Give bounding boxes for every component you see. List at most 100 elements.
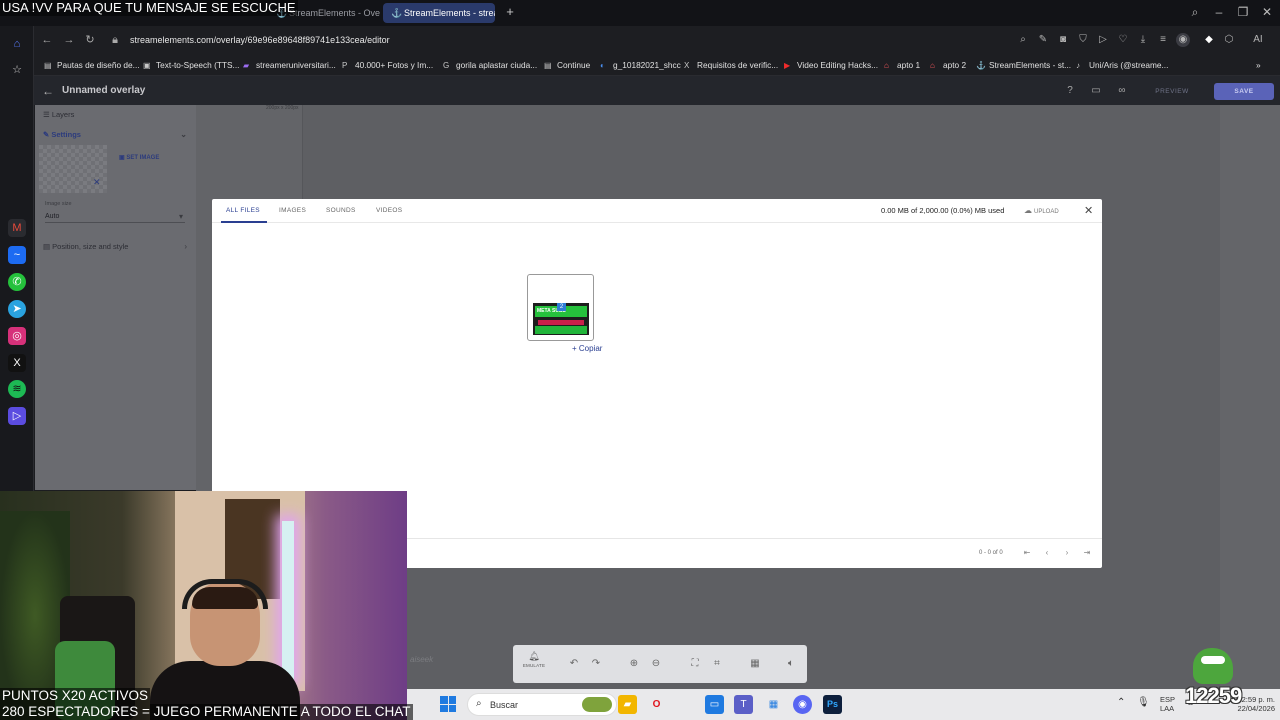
language-indicator[interactable]: ESP LAA xyxy=(1160,695,1175,713)
search-tabs-icon[interactable]: ⌕ xyxy=(1186,4,1204,20)
profile-icon[interactable]: ◉ xyxy=(1176,33,1190,47)
bookmark-item[interactable]: ▣ Text-to-Speech (TTS... xyxy=(143,59,239,72)
upload-button[interactable]: ☁ UPLOAD xyxy=(1024,206,1059,217)
bookmark-item[interactable]: Ggorila aplastar ciuda... xyxy=(443,59,537,72)
messenger-icon[interactable]: ~ xyxy=(8,246,26,264)
fit-screen-icon[interactable]: ⌗ xyxy=(710,657,724,671)
bookmark-item[interactable]: ▶ Video Editing Hacks... xyxy=(784,59,878,72)
prev-page-icon[interactable]: ‹ xyxy=(1041,547,1053,559)
zoom-out-icon[interactable]: ⊖ xyxy=(649,657,663,671)
home-icon[interactable]: ⌂ xyxy=(8,35,26,53)
opera-icon[interactable]: O xyxy=(647,695,666,714)
new-tab-button[interactable]: + xyxy=(503,4,517,20)
bookmark-label: Uni/Aris (@streame... xyxy=(1089,60,1169,70)
language-code: ESP xyxy=(1160,695,1176,704)
webcam-lamp xyxy=(282,521,294,681)
screen-icon[interactable]: ▭ xyxy=(1089,84,1103,98)
teams-icon[interactable]: T xyxy=(734,695,753,714)
media-file-thumbnail[interactable]: META SUBS 2 xyxy=(527,274,594,341)
whatsapp-icon[interactable]: ✆ xyxy=(8,273,26,291)
undo-icon[interactable]: ↶ xyxy=(567,657,581,671)
discord-icon[interactable]: ◉ xyxy=(793,695,812,714)
bookmark-item[interactable]: P 40.000+ Fotos y Im... xyxy=(342,59,433,72)
tab-streamelements-active[interactable]: ⚓StreamElements - streame... xyxy=(383,3,495,23)
windows-start-icon[interactable] xyxy=(440,696,456,712)
grid-icon[interactable]: ▦ xyxy=(748,657,762,671)
tab-videos[interactable]: VIDEOS xyxy=(376,206,402,216)
position-size-style-row[interactable]: ▤ Position, size and style › xyxy=(43,241,187,253)
layers-row[interactable]: ☰ Layers xyxy=(43,109,74,121)
microphone-icon[interactable]: 🎙︎ xyxy=(1137,698,1150,708)
close-window-button[interactable]: ✕ xyxy=(1258,4,1276,20)
settings-row[interactable]: ✎ Settings ⌄ xyxy=(43,129,187,141)
back-arrow-icon[interactable]: ← xyxy=(42,84,54,98)
preview-button[interactable]: PREVIEW xyxy=(1141,83,1203,100)
back-icon[interactable]: ← xyxy=(40,33,54,47)
first-page-icon[interactable]: ⇤ xyxy=(1021,547,1033,559)
bookmark-item[interactable]: ▤ Pautas de diseño de... xyxy=(44,59,140,72)
camera-icon[interactable]: ◙ xyxy=(1056,33,1070,47)
gmail-icon[interactable]: M xyxy=(8,219,26,237)
minimize-button[interactable]: – xyxy=(1210,4,1228,20)
next-page-icon[interactable]: › xyxy=(1061,547,1073,559)
set-image-button[interactable]: ▣ SET IMAGE xyxy=(119,153,159,163)
taskbar-search[interactable]: ⌕ Buscar xyxy=(467,693,617,716)
more-bookmarks-icon[interactable]: » xyxy=(1256,59,1261,71)
cube-icon[interactable]: ⬡ xyxy=(1222,33,1236,47)
telegram-icon[interactable]: ➤ xyxy=(8,300,26,318)
url-field[interactable]: streamelements.com/overlay/69e96e89648f8… xyxy=(130,33,390,47)
bookmark-item[interactable]: ⚓ StreamElements - st... xyxy=(976,59,1071,72)
chevron-right-icon: › xyxy=(184,242,187,251)
tab-all-files[interactable]: ALL FILES xyxy=(226,206,260,216)
search-icon[interactable]: ⌕ xyxy=(1016,33,1030,47)
last-page-icon[interactable]: ⇥ xyxy=(1081,547,1093,559)
frog-emote-image xyxy=(1193,648,1233,684)
fullscreen-icon[interactable]: ⛶ xyxy=(688,657,702,671)
bookmark-item[interactable]: ▤ Continue xyxy=(544,59,590,72)
download-icon[interactable]: ⤓ xyxy=(1136,33,1150,47)
remove-image-icon[interactable]: ✕ xyxy=(93,177,101,188)
bookmark-item[interactable]: ⌂ apto 1 xyxy=(884,59,920,72)
emulate-button[interactable]: 🔔︎ EMULATE xyxy=(519,650,549,678)
zoom-in-icon[interactable]: ⊕ xyxy=(627,657,641,671)
bookmark-item[interactable]: X Requisitos de verific... xyxy=(684,59,778,72)
extension-icon[interactable]: ◆ xyxy=(1202,33,1216,47)
bookmark-item[interactable]: ♪ Uni/Aris (@streame... xyxy=(1076,59,1168,72)
maximize-button[interactable]: ❐ xyxy=(1234,4,1252,20)
spotify-icon[interactable]: ≋ xyxy=(8,380,26,398)
image-size-select[interactable]: Auto ▾ xyxy=(45,211,185,223)
reload-icon[interactable]: ↻ xyxy=(83,33,97,47)
bookmark-item[interactable]: ▰ streameruniversitari... xyxy=(243,59,336,72)
volume-icon[interactable]: 🔈︎ xyxy=(784,657,798,671)
tray-chevron-icon[interactable]: ⌃ xyxy=(1117,698,1125,708)
link-icon[interactable]: ∞ xyxy=(1115,84,1129,98)
bookmark-item[interactable]: ⌂ apto 2 xyxy=(930,59,966,72)
redo-icon[interactable]: ↷ xyxy=(589,657,603,671)
store-icon[interactable]: ▦ xyxy=(764,695,783,714)
x-icon[interactable]: X xyxy=(8,354,26,372)
tab-sounds[interactable]: SOUNDS xyxy=(326,206,356,216)
heart-icon[interactable]: ♡ xyxy=(1116,33,1130,47)
twitch-icon: ▰ xyxy=(243,61,250,70)
edit-icon[interactable]: ✎ xyxy=(1036,33,1050,47)
bookmark-item[interactable]: ◐ g_10182021_shcc xyxy=(600,59,681,72)
photoshop-icon[interactable]: Ps xyxy=(823,695,842,714)
document-icon: ▤ xyxy=(44,61,52,70)
overlay-name[interactable]: Unnamed overlay xyxy=(62,84,145,98)
help-icon[interactable]: ? xyxy=(1063,84,1077,98)
player-icon[interactable]: ▷ xyxy=(8,407,26,425)
forward-icon[interactable]: → xyxy=(62,33,76,47)
stream-overlay-viewers: 280 ESPECTADORES = JUEGO PERMANENTE A TO… xyxy=(0,704,413,720)
tab-images[interactable]: IMAGES xyxy=(279,206,306,216)
file-explorer-icon[interactable]: ▰ xyxy=(618,695,637,714)
instagram-icon[interactable]: ◎ xyxy=(8,327,26,345)
ai-icon[interactable]: AI xyxy=(1246,33,1270,47)
image-size-value: Auto xyxy=(45,213,60,220)
save-button[interactable]: SAVE xyxy=(1214,83,1274,100)
menu-icon[interactable]: ≡ xyxy=(1156,33,1170,47)
star-icon[interactable]: ☆ xyxy=(8,61,26,79)
shield-icon[interactable]: ⛉ xyxy=(1076,33,1090,47)
play-icon[interactable]: ▷ xyxy=(1096,33,1110,47)
close-icon[interactable]: ✕ xyxy=(1084,205,1093,217)
desktop-icon[interactable]: ▭ xyxy=(705,695,724,714)
